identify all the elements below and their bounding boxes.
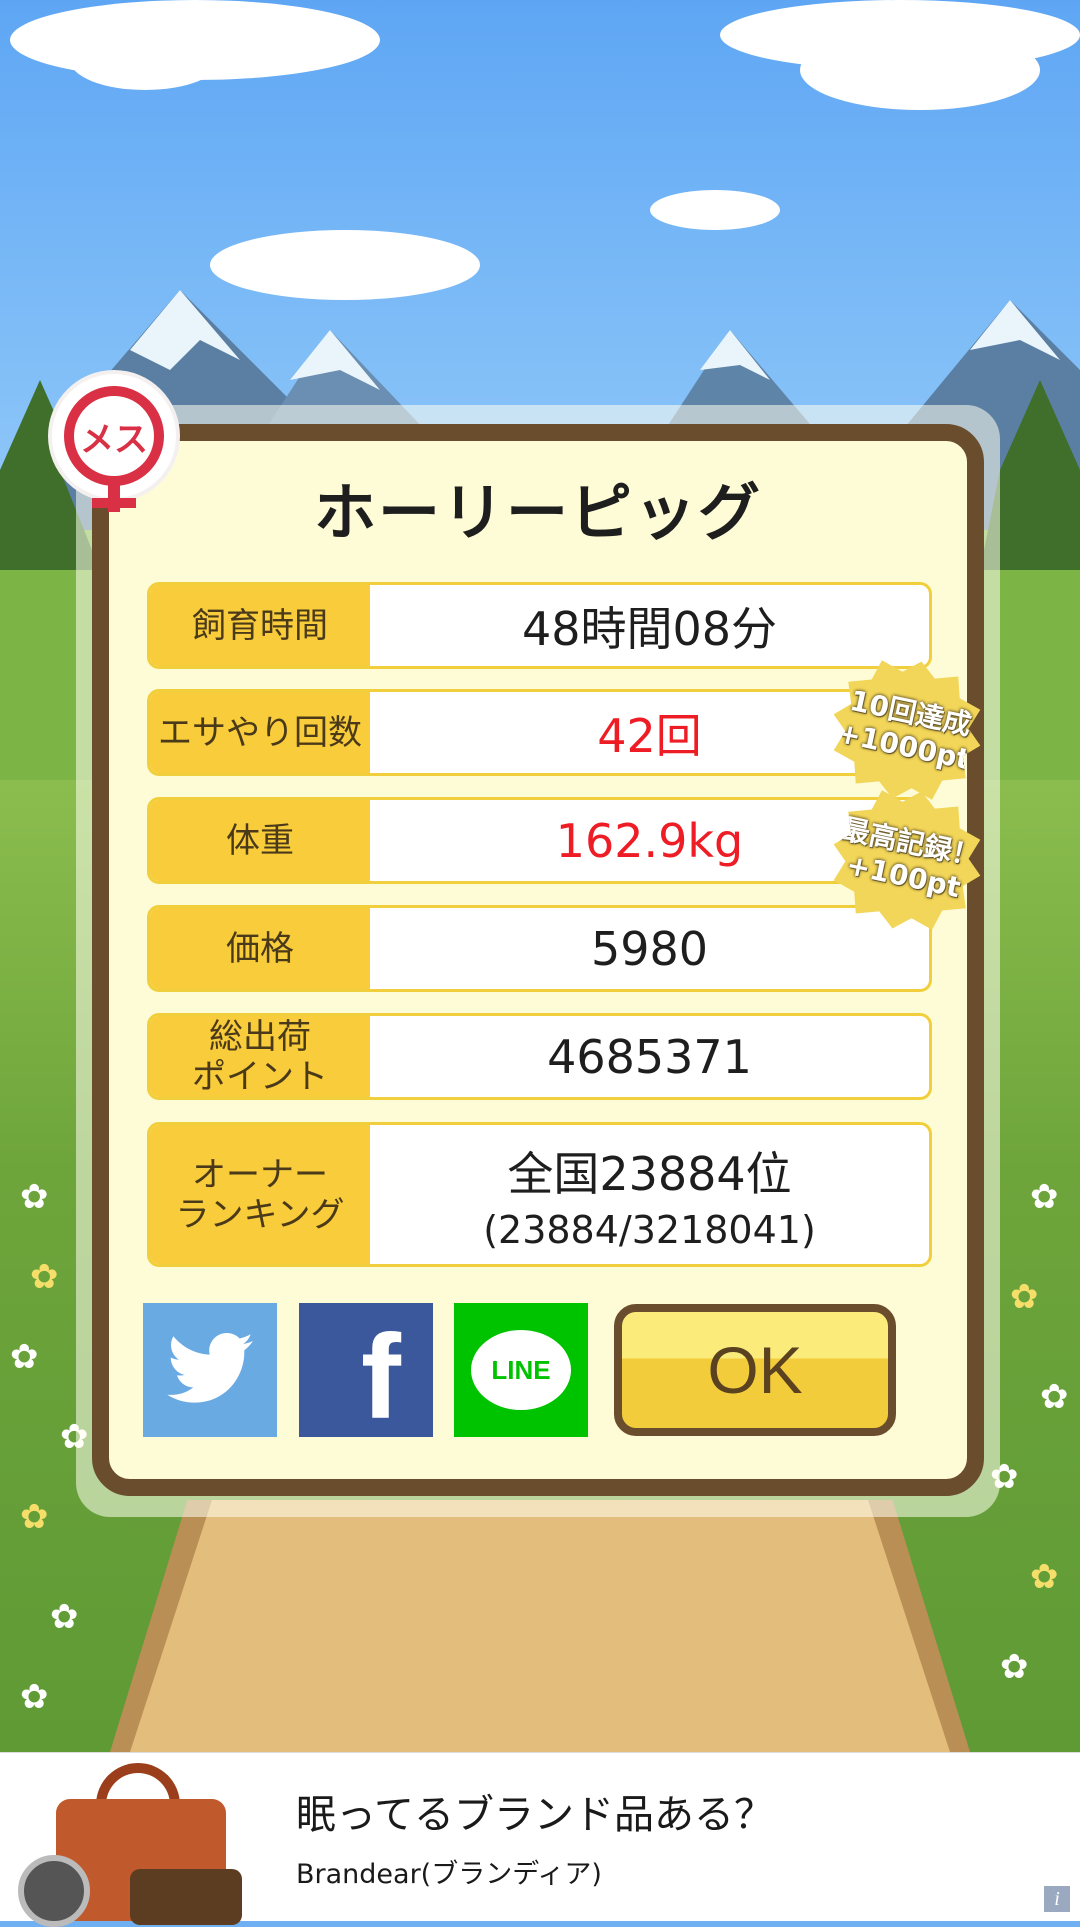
stat-row-raising-time: 飼育時間 48時間08分: [147, 582, 932, 669]
cloud: [800, 30, 1040, 110]
flower-icon: ✿: [20, 1677, 49, 1717]
ranking-fraction: (23884/3218041): [483, 1207, 816, 1252]
watch: [18, 1855, 90, 1927]
twitter-bird-icon: [167, 1333, 253, 1403]
stat-label: 体重: [150, 800, 370, 881]
flower-icon: ✿: [10, 1337, 39, 1377]
stat-row-feed-count: エサやり回数 42回: [147, 689, 932, 776]
ad-title[interactable]: 眠ってるブランド品ある？: [296, 1782, 774, 1840]
flower-icon: ✿: [20, 1177, 49, 1217]
stat-row-price: 価格 5980: [147, 905, 932, 992]
stat-label: 総出荷 ポイント: [150, 1016, 370, 1097]
ok-button[interactable]: OK: [614, 1304, 896, 1436]
flower-icon: ✿: [20, 1497, 49, 1537]
flower-icon: ✿: [1030, 1557, 1059, 1597]
stat-label: 価格: [150, 908, 370, 989]
ranking-value: 全国23884位 (23884/3218041): [370, 1125, 929, 1264]
cloud: [70, 30, 220, 90]
stat-value: 4685371: [547, 1029, 752, 1084]
ranking-position: 全国23884位: [507, 1146, 792, 1201]
line-share-button[interactable]: LINE: [454, 1303, 588, 1437]
cloud: [650, 190, 780, 230]
stat-row-total-points: 総出荷 ポイント 4685371: [147, 1013, 932, 1100]
sex-label: メス: [80, 419, 148, 460]
twitter-share-button[interactable]: [143, 1303, 277, 1437]
line-logo-text: LINE: [491, 1354, 551, 1385]
stat-value: 5980: [590, 921, 709, 976]
wallet: [130, 1869, 242, 1925]
stat-label: 飼育時間: [150, 585, 370, 666]
flower-icon: ✿: [1040, 1377, 1069, 1417]
stat-value: 48時間08分: [521, 601, 778, 656]
flower-icon: ✿: [1030, 1177, 1059, 1217]
stat-row-owner-ranking: オーナー ランキング 全国23884位 (23884/3218041): [147, 1122, 932, 1267]
stat-row-weight: 体重 162.9kg: [147, 797, 932, 884]
ad-info-icon[interactable]: i: [1044, 1886, 1070, 1912]
flower-icon: ✿: [30, 1257, 59, 1297]
flower-icon: ✿: [1000, 1647, 1029, 1687]
flower-icon: ✿: [1010, 1277, 1039, 1317]
ad-advertiser[interactable]: Brandear(ブランディア): [296, 1852, 602, 1891]
stat-label: エサやり回数: [150, 692, 370, 773]
stat-label: オーナー ランキング: [150, 1125, 370, 1264]
pig-name: ホーリーピッグ: [313, 476, 762, 549]
facebook-share-button[interactable]: f: [299, 1303, 433, 1437]
ad-brand-goods-image: [18, 1759, 248, 1927]
line-logo-icon: LINE: [471, 1330, 571, 1410]
facebook-f-icon: f: [361, 1310, 401, 1444]
ok-label: OK: [707, 1333, 803, 1407]
flower-icon: ✿: [50, 1597, 79, 1637]
dirt-path: [130, 1500, 950, 1752]
